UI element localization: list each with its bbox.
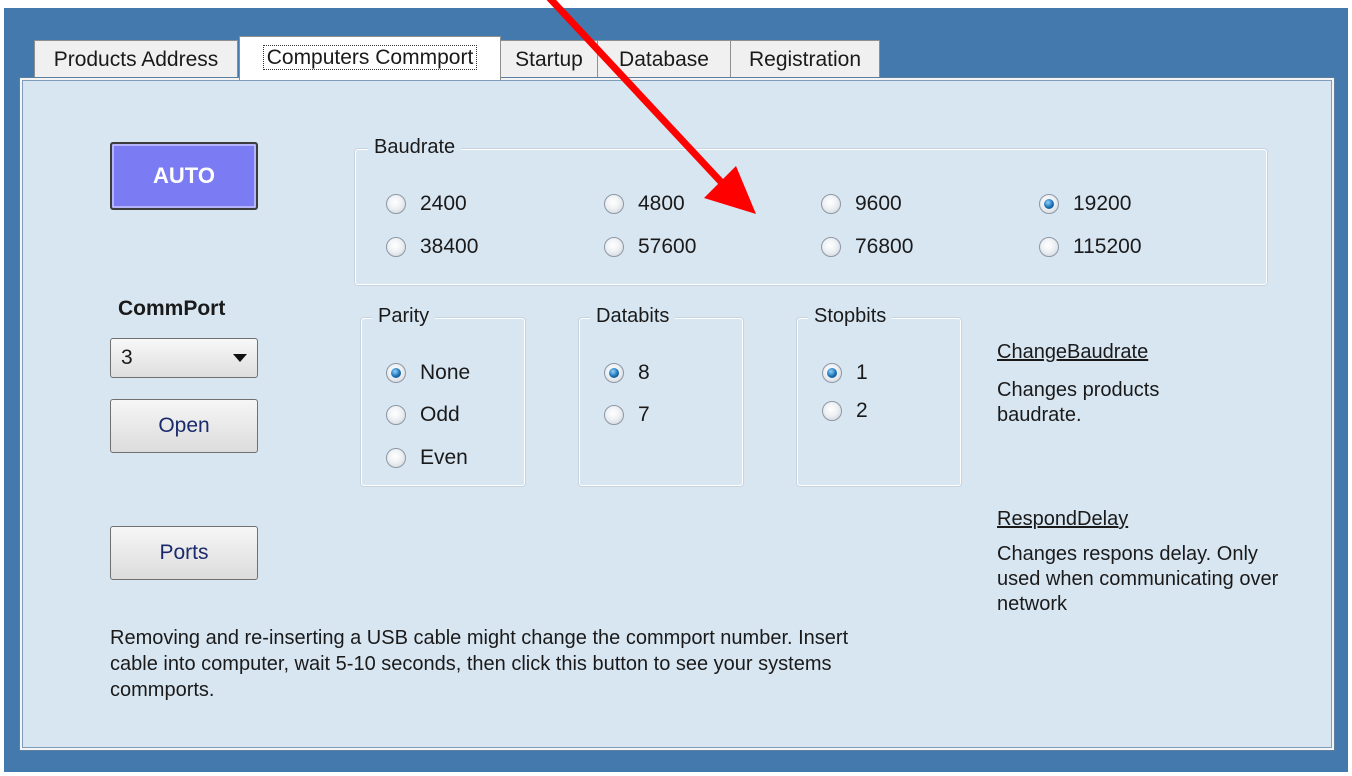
radio-label: 76800	[855, 235, 914, 258]
radio-label: None	[420, 361, 471, 384]
change-baudrate-link[interactable]: ChangeBaudrate	[997, 341, 1148, 364]
stopbits-radio-1[interactable]: 1	[822, 361, 868, 385]
change-baudrate-description: Changes products baudrate.	[997, 379, 1160, 426]
radio-label: 38400	[420, 235, 479, 258]
baudrate-group-label: Baudrate	[368, 136, 462, 159]
open-button[interactable]: Open	[110, 399, 258, 453]
stopbits-group-label: Stopbits	[808, 305, 893, 328]
tab-computers-commport[interactable]: Computers Commport	[239, 36, 501, 80]
radio-label: 8	[638, 361, 650, 384]
baudrate-radio-19200[interactable]: 19200	[1039, 192, 1131, 216]
databits-radio-7[interactable]: 7	[604, 403, 650, 427]
databits-group: Databits	[579, 305, 743, 486]
parity-radio-none[interactable]: None	[386, 361, 470, 385]
baudrate-radio-38400[interactable]: 38400	[386, 235, 478, 259]
tab-label: Products Address	[53, 48, 219, 71]
radio-icon	[386, 194, 406, 214]
parity-radio-odd[interactable]: Odd	[386, 403, 460, 427]
radio-icon	[822, 401, 842, 421]
radio-label: 115200	[1073, 235, 1142, 258]
radio-icon	[386, 405, 406, 425]
radio-icon	[821, 194, 841, 214]
tab-label: Database	[619, 48, 709, 71]
radio-checked-icon	[1039, 194, 1059, 214]
radio-label: 2	[856, 399, 868, 422]
tab-label: Registration	[748, 48, 862, 71]
screenshot-frame: Products Address Computers Commport Star…	[0, 0, 1352, 776]
radio-label: 7	[638, 403, 650, 426]
commport-select[interactable]: 3	[110, 338, 258, 378]
baudrate-radio-76800[interactable]: 76800	[821, 235, 913, 259]
parity-group-label: Parity	[372, 305, 436, 328]
parity-radio-even[interactable]: Even	[386, 446, 468, 470]
baudrate-radio-115200[interactable]: 115200	[1039, 235, 1142, 259]
baudrate-radio-57600[interactable]: 57600	[604, 235, 696, 259]
radio-label: 1	[856, 361, 868, 384]
respond-delay-description: Changes respons delay. Only used when co…	[997, 543, 1279, 615]
radio-checked-icon	[386, 363, 406, 383]
chevron-down-icon	[233, 354, 247, 362]
tab-label: Computers Commport	[262, 45, 478, 70]
baudrate-radio-9600[interactable]: 9600	[821, 192, 902, 216]
tab-label: Startup	[515, 48, 583, 71]
radio-checked-icon	[822, 363, 842, 383]
radio-checked-icon	[604, 363, 624, 383]
commport-value: 3	[121, 346, 133, 369]
tab-products-address[interactable]: Products Address	[34, 40, 238, 78]
stopbits-radio-2[interactable]: 2	[822, 399, 868, 423]
baudrate-radio-4800[interactable]: 4800	[604, 192, 685, 216]
auto-button[interactable]: AUTO	[110, 142, 258, 210]
radio-label: Even	[420, 446, 468, 469]
radio-icon	[386, 448, 406, 468]
tab-startup[interactable]: Startup	[500, 40, 598, 78]
commport-label: CommPort	[118, 297, 226, 320]
databits-radio-8[interactable]: 8	[604, 361, 650, 385]
radio-icon	[604, 194, 624, 214]
radio-label: 57600	[638, 235, 697, 258]
radio-label: 9600	[855, 192, 902, 215]
baudrate-radio-2400[interactable]: 2400	[386, 192, 467, 216]
tab-registration[interactable]: Registration	[730, 40, 880, 78]
radio-icon	[1039, 237, 1059, 257]
radio-label: 2400	[420, 192, 467, 215]
usb-cable-note: Removing and re-inserting a USB cable mi…	[110, 627, 849, 701]
radio-icon	[821, 237, 841, 257]
radio-icon	[386, 237, 406, 257]
ports-button[interactable]: Ports	[110, 526, 258, 580]
radio-label: 4800	[638, 192, 685, 215]
radio-icon	[604, 237, 624, 257]
baudrate-group: Baudrate	[355, 136, 1267, 285]
radio-label: 19200	[1073, 192, 1132, 215]
respond-delay-link[interactable]: RespondDelay	[997, 508, 1128, 531]
tab-database[interactable]: Database	[597, 40, 731, 78]
radio-label: Odd	[420, 403, 460, 426]
databits-group-label: Databits	[590, 305, 676, 328]
radio-icon	[604, 405, 624, 425]
